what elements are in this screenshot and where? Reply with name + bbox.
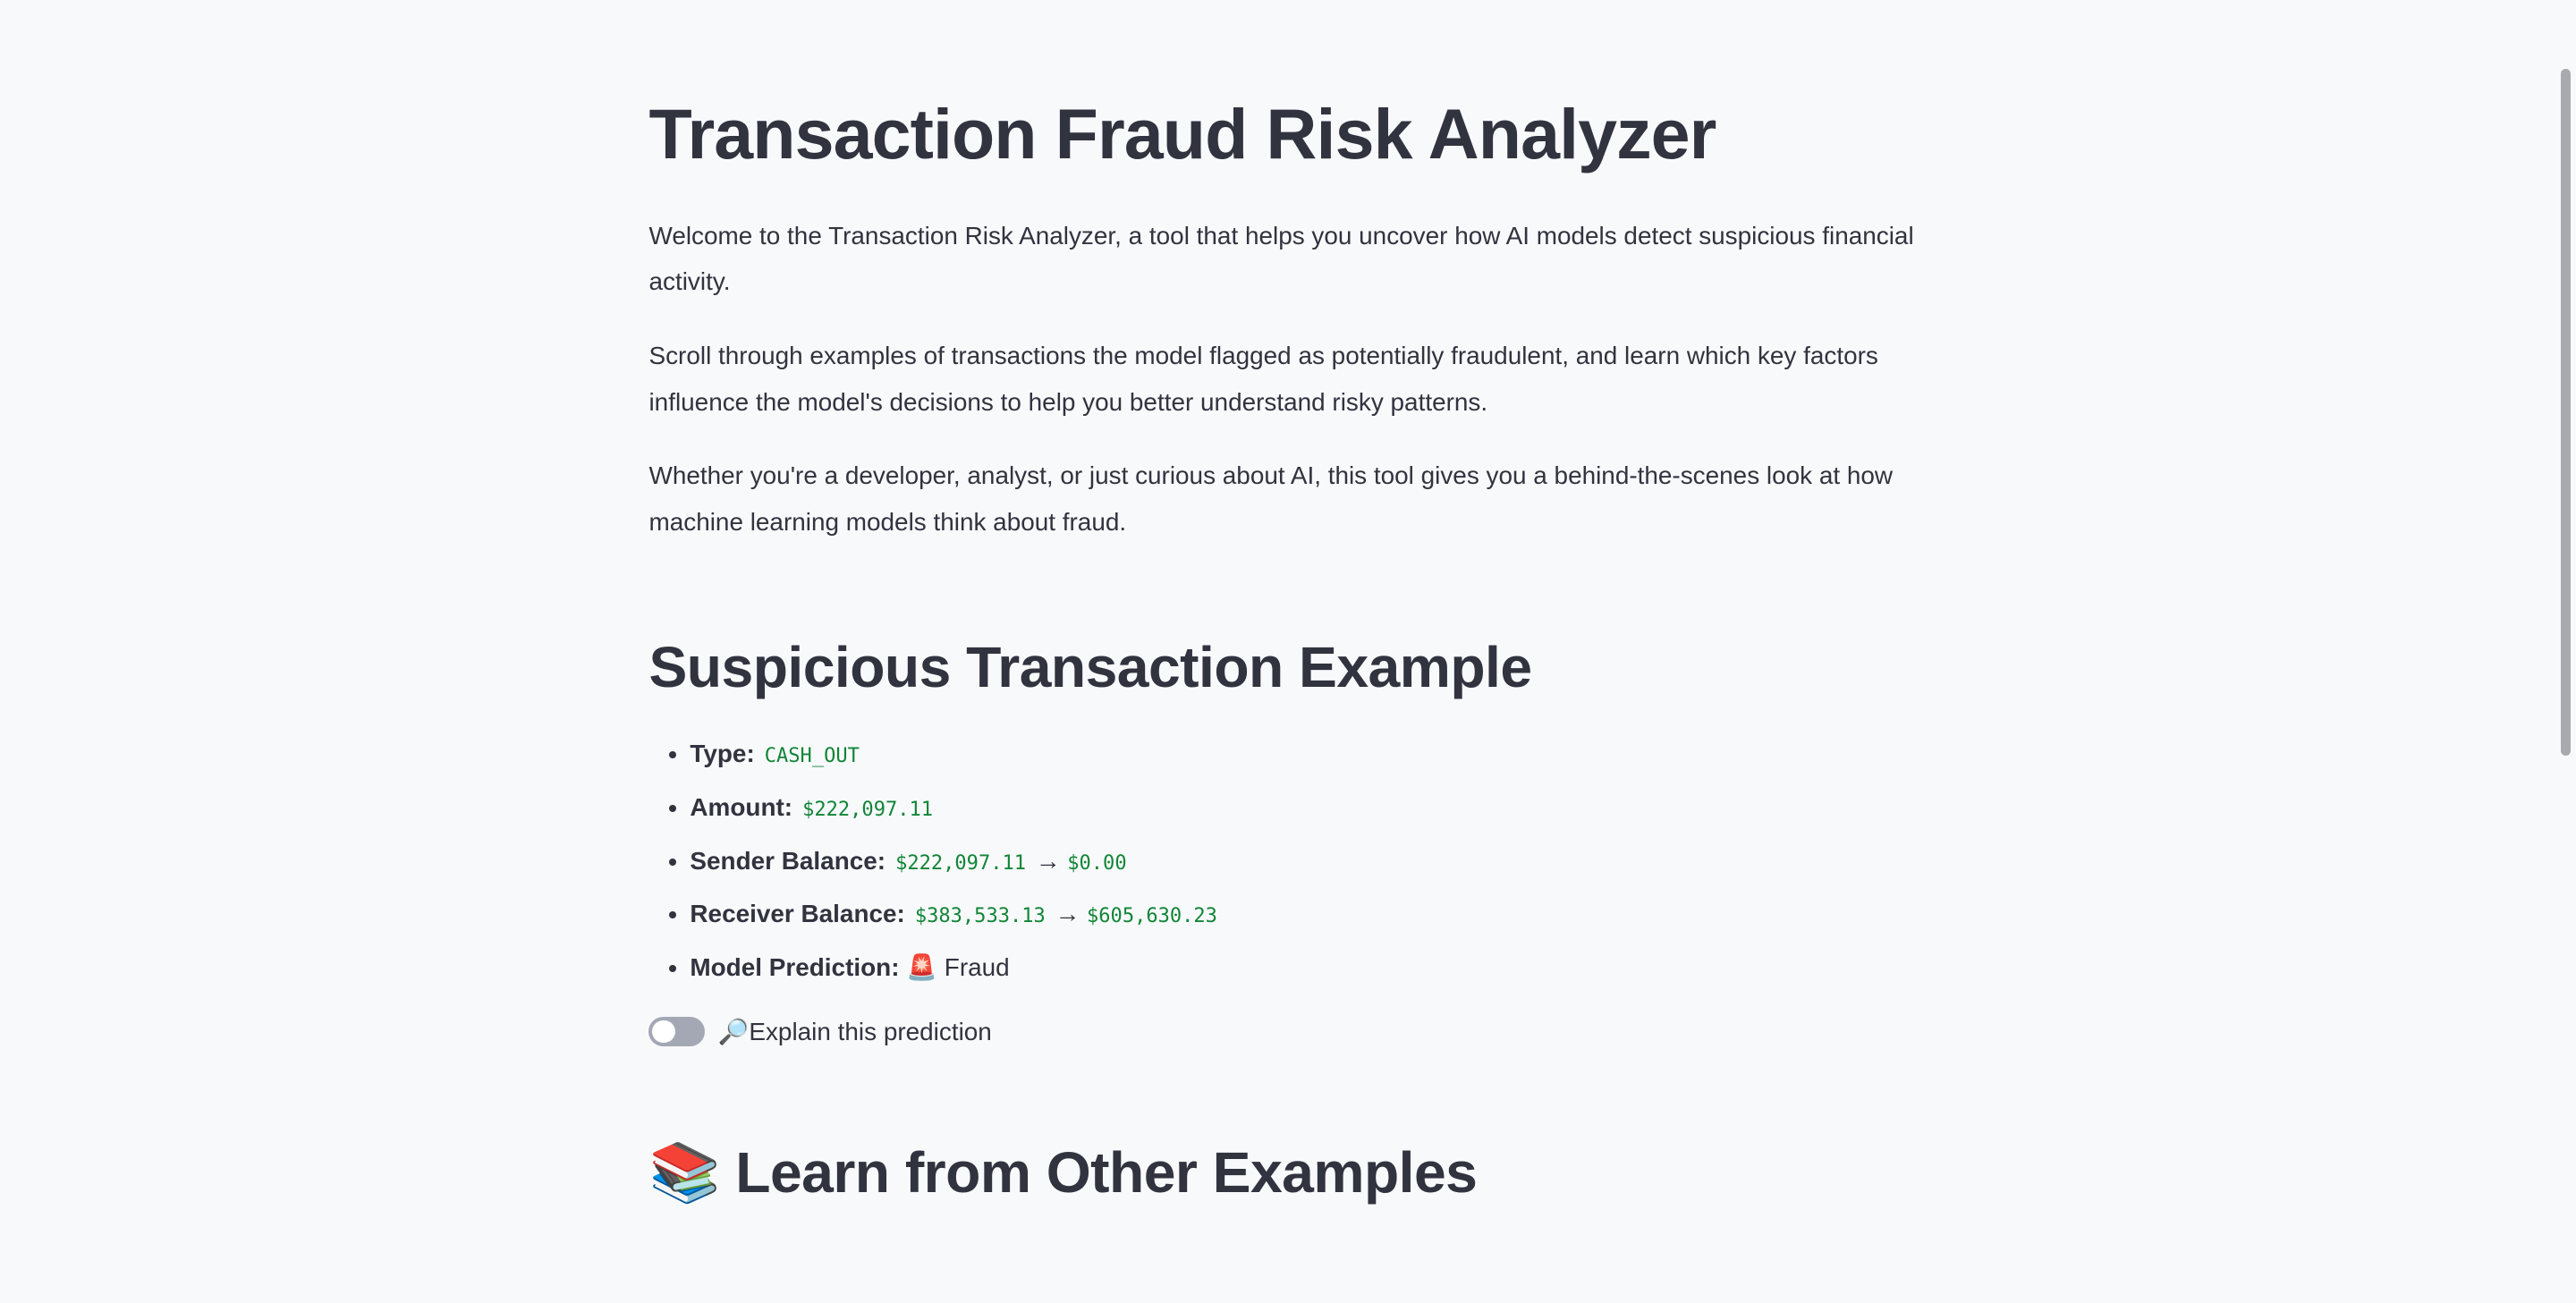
siren-icon: 🚨 [906,953,938,982]
receiver-before: $383,533.13 [914,905,1046,928]
example-heading: Suspicious Transaction Example [648,635,1532,700]
arrow-icon: → [1055,900,1080,928]
intro-paragraph-3: Whether you're a developer, analyst, or … [648,461,1894,536]
sender-after: $0.00 [1067,851,1127,875]
toggle-switch[interactable] [648,1017,705,1047]
books-icon: 📚 [648,1139,720,1205]
receiver-after: $605,630.23 [1087,905,1217,928]
intro-paragraph-1: Welcome to the Transaction Risk Analyzer… [648,222,1914,296]
vertical-scrollbar[interactable] [2561,69,2572,756]
toggle-knob [652,1020,675,1044]
detail-receiver-balance: Receiver Balance:$383,533.13→$605,630.23 [690,889,1922,943]
detail-amount: Amount:$222,097.11 [690,783,1922,836]
amount-value: $222,097.11 [802,798,934,821]
detail-model-prediction: Model Prediction: 🚨 Fraud [690,943,1922,994]
sender-before: $222,097.11 [895,851,1026,875]
arrow-icon: → [1036,846,1061,875]
explain-toggle[interactable]: 🔎 Explain this prediction [648,1017,1921,1047]
learn-heading: 📚 Learn from Other Examples [648,1139,1478,1205]
detail-sender-balance: Sender Balance:$222,097.11→$0.00 [690,836,1922,890]
transaction-details-list: Type:CASH_OUT Amount:$222,097.11 Sender … [648,729,1921,994]
page-title: Transaction Fraud Risk Analyzer [648,94,1716,173]
magnifier-icon: 🔎 [717,1018,750,1046]
type-value: CASH_OUT [764,744,860,767]
app-page: Transaction Fraud Risk Analyzer Welcome … [0,0,2576,1303]
detail-type: Type:CASH_OUT [690,729,1922,783]
explain-toggle-label[interactable]: Explain this prediction [749,1018,991,1046]
prediction-value: Fraud [944,953,1010,982]
main-content: Transaction Fraud Risk Analyzer Welcome … [648,92,1921,1234]
intro-paragraph-2: Scroll through examples of transactions … [648,342,1878,416]
